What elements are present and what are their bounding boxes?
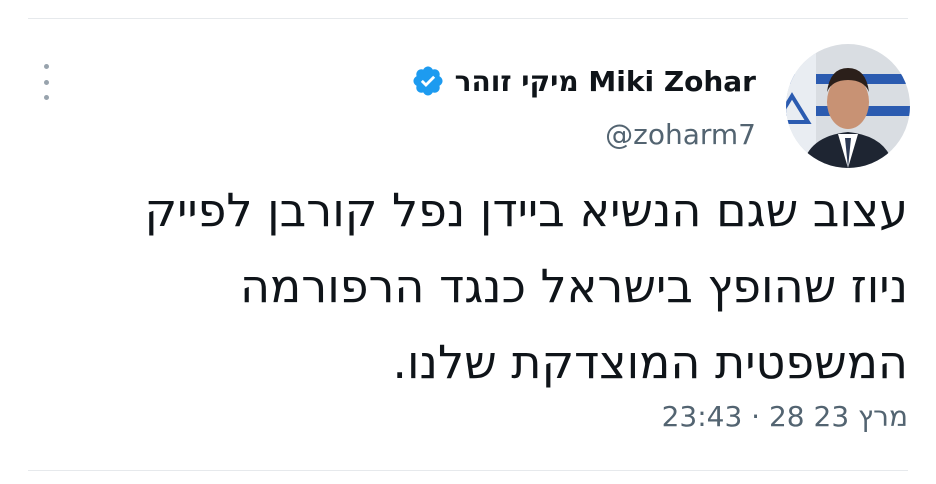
- avatar[interactable]: [786, 44, 910, 168]
- avatar-image: [786, 44, 910, 168]
- tweet-text-line: עצוב שגם הנשיא ביידן נפל קורבן לפייק: [144, 183, 908, 237]
- author-handle[interactable]: @zoharm7: [605, 118, 756, 151]
- verified-badge-icon: [413, 66, 443, 96]
- tweet-timestamp[interactable]: 23:43 · 28 מרץ 23: [662, 400, 908, 433]
- more-vertical-icon: [43, 64, 49, 69]
- tweet-text-line: ניוז שהופץ בישראל כנגד הרפורמה: [239, 259, 908, 313]
- top-divider: [28, 18, 908, 19]
- more-options-button[interactable]: [38, 64, 54, 100]
- tweet-text-line: המשפטית המוצדקת שלנו.: [392, 335, 908, 389]
- tweet-author-header: מיקי זוהר Miki Zohar: [411, 58, 756, 104]
- bottom-divider: [28, 470, 908, 471]
- author-display-name[interactable]: מיקי זוהר Miki Zohar: [455, 65, 756, 98]
- tweet-card: מיקי זוהר Miki Zohar @zoharm7 עצוב שגם ה…: [0, 0, 936, 484]
- tweet-text: עצוב שגם הנשיא ביידן נפל קורבן לפייק ניו…: [28, 172, 908, 400]
